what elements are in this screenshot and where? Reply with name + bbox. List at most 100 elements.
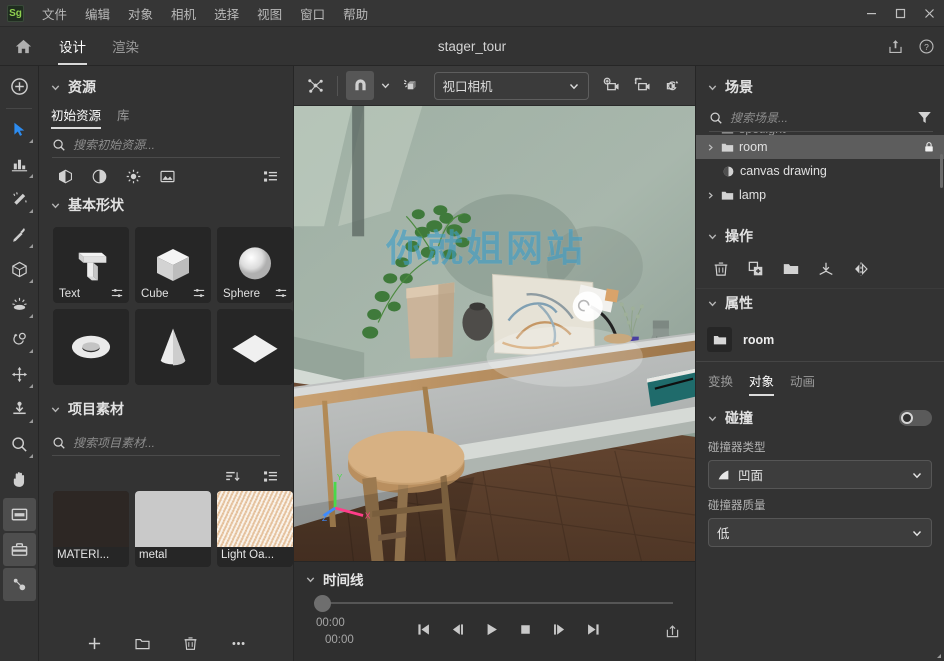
shape-adjust-icon[interactable] (111, 287, 123, 299)
assets-search[interactable] (52, 138, 280, 158)
skip-forward-icon[interactable] (585, 621, 602, 638)
project-materials-header[interactable]: 项目素材 (39, 391, 293, 427)
chevron-right-icon[interactable] (704, 143, 716, 152)
material-filter-icon[interactable] (91, 168, 108, 185)
viewport-camera-select[interactable]: 视口相机 (434, 72, 589, 100)
shape-card-text[interactable]: Text (53, 227, 129, 303)
tab-starter-assets[interactable]: 初始资源 (51, 105, 101, 129)
list-view-icon[interactable] (262, 468, 279, 485)
shape-adjust-icon[interactable] (275, 287, 287, 299)
share-icon[interactable] (887, 38, 904, 55)
add-camera-icon[interactable] (598, 71, 626, 100)
close-button[interactable] (915, 0, 944, 27)
shape-card-torus[interactable] (53, 309, 129, 385)
tab-design[interactable]: 设计 (46, 27, 99, 65)
scene-search-input[interactable] (730, 111, 903, 125)
stop-icon[interactable] (517, 621, 534, 638)
maximize-button[interactable] (886, 0, 915, 27)
filter-icon[interactable] (916, 109, 933, 126)
lock-icon[interactable] (923, 141, 935, 153)
move-tool[interactable] (3, 358, 36, 391)
magic-wand-tool[interactable] (3, 183, 36, 216)
drop-icon[interactable] (817, 260, 835, 278)
material-tool[interactable] (3, 568, 36, 601)
project-materials-search-input[interactable] (73, 436, 280, 450)
skip-back-icon[interactable] (415, 621, 432, 638)
menu-camera[interactable]: 相机 (162, 0, 205, 27)
shape-card-plane[interactable] (217, 309, 293, 385)
assets-search-input[interactable] (73, 138, 280, 152)
collision-toggle[interactable] (899, 410, 932, 426)
menu-help[interactable]: 帮助 (334, 0, 377, 27)
drop-tool[interactable] (3, 393, 36, 426)
orbit-tool[interactable] (3, 323, 36, 356)
model-tool[interactable] (3, 148, 36, 181)
timeline-header[interactable]: 时间线 (294, 562, 695, 593)
more-options-icon[interactable] (230, 635, 247, 652)
delete-icon[interactable] (182, 635, 199, 652)
menu-file[interactable]: 文件 (33, 0, 76, 27)
menu-window[interactable]: 窗口 (291, 0, 334, 27)
select-tool[interactable] (3, 113, 36, 146)
list-view-icon[interactable] (262, 168, 279, 185)
shape-card-sphere[interactable]: Sphere (217, 227, 293, 303)
zoom-tool[interactable] (3, 428, 36, 461)
chevron-down-icon[interactable] (704, 132, 716, 134)
step-forward-icon[interactable] (551, 621, 568, 638)
menu-view[interactable]: 视图 (248, 0, 291, 27)
basic-shapes-header[interactable]: 基本形状 (39, 189, 293, 223)
scene-section-header[interactable]: 场景 (696, 66, 944, 105)
tab-render[interactable]: 渲染 (99, 27, 152, 65)
tree-row-lamp[interactable]: lamp (696, 183, 944, 207)
open-folder-icon[interactable] (134, 635, 151, 652)
timeline-playhead[interactable] (314, 595, 331, 612)
tab-animation[interactable]: 动画 (790, 371, 815, 396)
step-back-icon[interactable] (449, 621, 466, 638)
assets-section-header[interactable]: 资源 (39, 66, 293, 105)
snap-dropdown-chevron-down-icon[interactable] (377, 71, 393, 100)
frame-camera-icon[interactable] (629, 71, 657, 100)
mirror-icon[interactable] (852, 260, 870, 278)
material-card[interactable]: metal (135, 491, 211, 567)
menu-select[interactable]: 选择 (205, 0, 248, 27)
trash-icon[interactable] (712, 260, 730, 278)
minimize-button[interactable] (857, 0, 886, 27)
shape-adjust-icon[interactable] (193, 287, 205, 299)
scene-tree[interactable]: spotlight room (696, 132, 944, 218)
tab-transform[interactable]: 变换 (708, 371, 733, 396)
export-icon[interactable] (664, 623, 681, 640)
scene-search[interactable] (709, 109, 933, 132)
collision-section-header[interactable]: 碰撞 (696, 396, 944, 434)
project-materials-search[interactable] (52, 436, 280, 456)
toolbox-tool[interactable] (3, 533, 36, 566)
shape-card-cone[interactable] (135, 309, 211, 385)
group-folder-icon[interactable] (782, 260, 800, 278)
eyedropper-tool[interactable] (3, 218, 36, 251)
menu-object[interactable]: 对象 (119, 0, 162, 27)
transform-gizmo-icon[interactable] (301, 71, 329, 100)
actions-section-header[interactable]: 操作 (696, 218, 944, 254)
model-filter-icon[interactable] (57, 168, 74, 185)
add-material-icon[interactable] (86, 635, 103, 652)
physics-icon[interactable] (397, 71, 425, 100)
magnet-icon[interactable] (346, 71, 374, 100)
material-card[interactable]: MATERI... (53, 491, 129, 567)
timeline-scrubber-track[interactable] (314, 593, 673, 613)
reset-camera-icon[interactable] (660, 71, 688, 100)
chevron-right-icon[interactable] (704, 191, 716, 200)
tab-library[interactable]: 库 (117, 105, 130, 129)
duplicate-icon[interactable] (747, 260, 765, 278)
collider-type-select[interactable]: 凹面 (708, 460, 932, 489)
menu-edit[interactable]: 编辑 (76, 0, 119, 27)
tree-row-canvas-drawing[interactable]: canvas drawing (696, 159, 944, 183)
tree-row-room[interactable]: room (696, 135, 944, 159)
sort-icon[interactable] (224, 468, 241, 485)
home-icon[interactable] (0, 27, 46, 65)
light-filter-icon[interactable] (125, 168, 142, 185)
collider-quality-select[interactable]: 低 (708, 518, 932, 547)
light-tool[interactable] (3, 288, 36, 321)
play-icon[interactable] (483, 621, 500, 638)
image-filter-icon[interactable] (159, 168, 176, 185)
scene-tree-scrollbar[interactable] (940, 154, 943, 188)
viewport-3d[interactable]: 你就姐网站 Y X Z (294, 106, 695, 561)
